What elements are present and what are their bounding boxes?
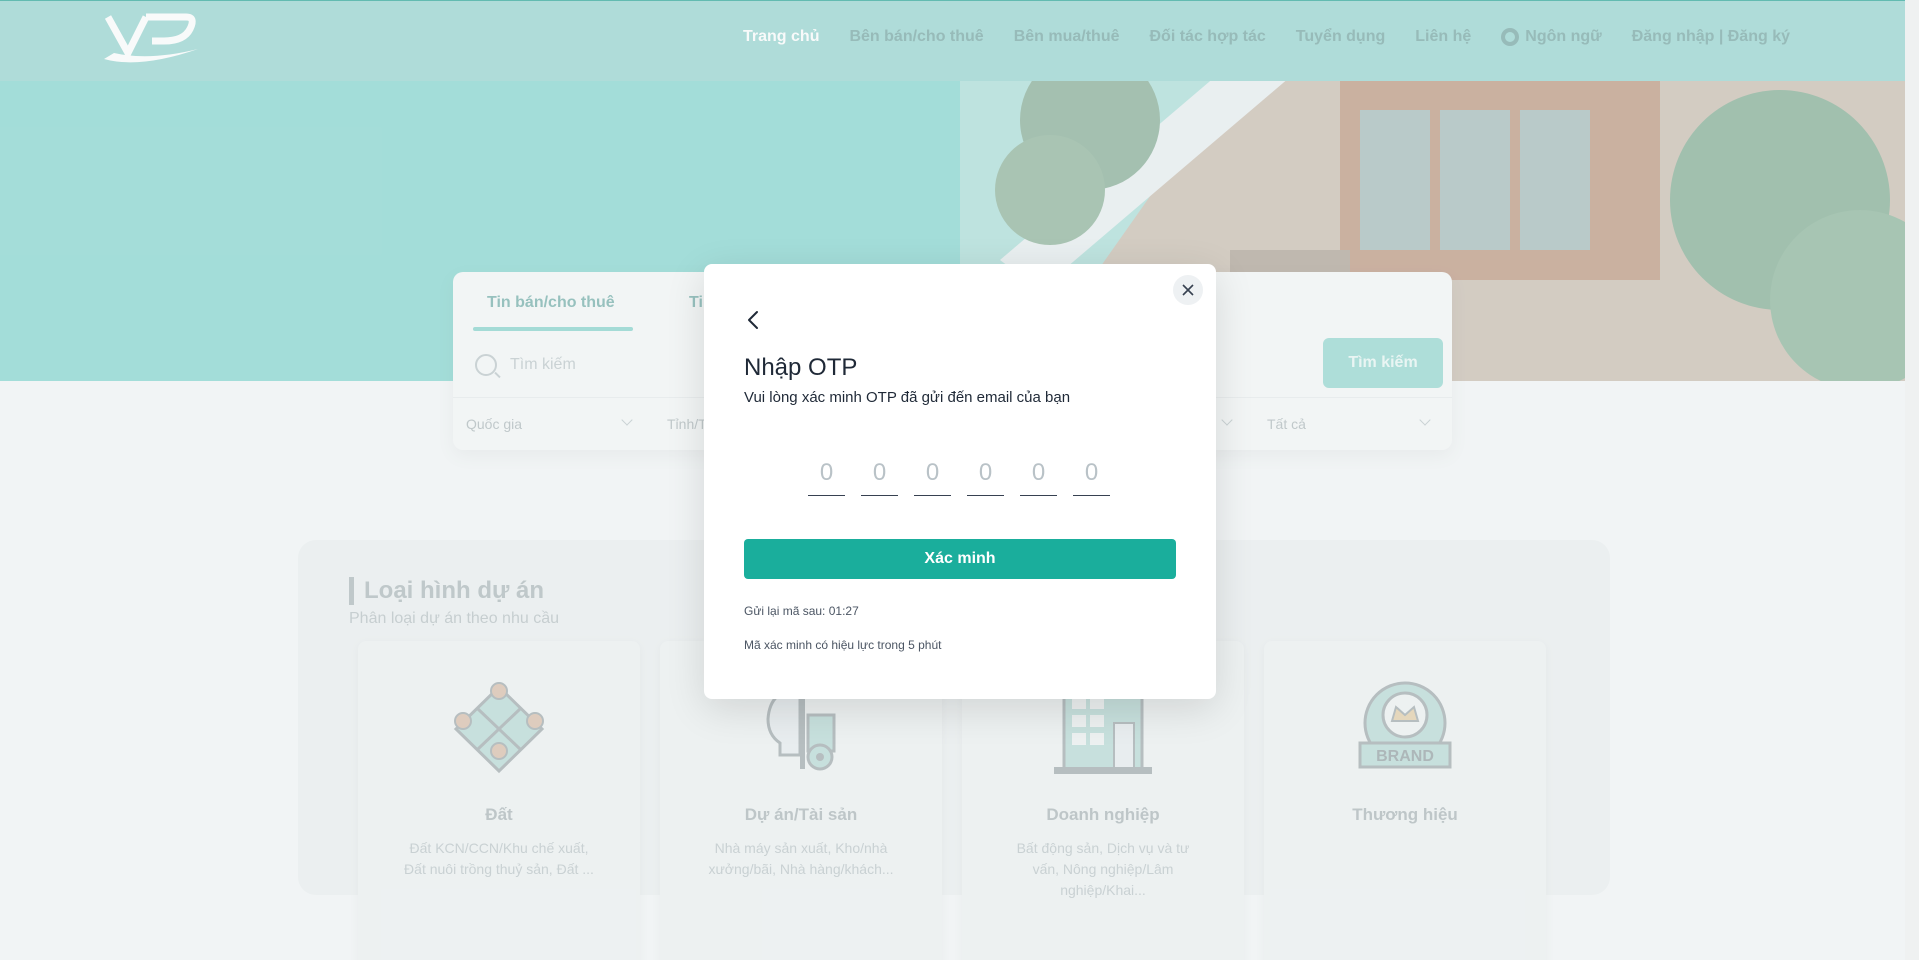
otp-digit-6[interactable]	[1073, 450, 1110, 496]
modal-subtitle: Vui lòng xác minh OTP đã gửi đến email c…	[744, 389, 1071, 406]
close-button[interactable]	[1173, 275, 1203, 305]
otp-modal: Nhập OTP Vui lòng xác minh OTP đã gửi đế…	[704, 264, 1216, 699]
close-icon	[1182, 284, 1194, 296]
resend-countdown: Gửi lại mã sau: 01:27	[744, 604, 859, 618]
chevron-left-icon	[748, 311, 758, 329]
otp-digit-5[interactable]	[1020, 450, 1057, 496]
verify-button[interactable]: Xác minh	[744, 539, 1176, 579]
otp-input-group	[808, 450, 1110, 496]
modal-title: Nhập OTP	[744, 354, 858, 381]
otp-digit-1[interactable]	[808, 450, 845, 496]
back-button[interactable]	[742, 308, 766, 332]
code-validity-note: Mã xác minh có hiệu lực trong 5 phút	[744, 638, 942, 652]
otp-digit-4[interactable]	[967, 450, 1004, 496]
otp-digit-3[interactable]	[914, 450, 951, 496]
otp-digit-2[interactable]	[861, 450, 898, 496]
